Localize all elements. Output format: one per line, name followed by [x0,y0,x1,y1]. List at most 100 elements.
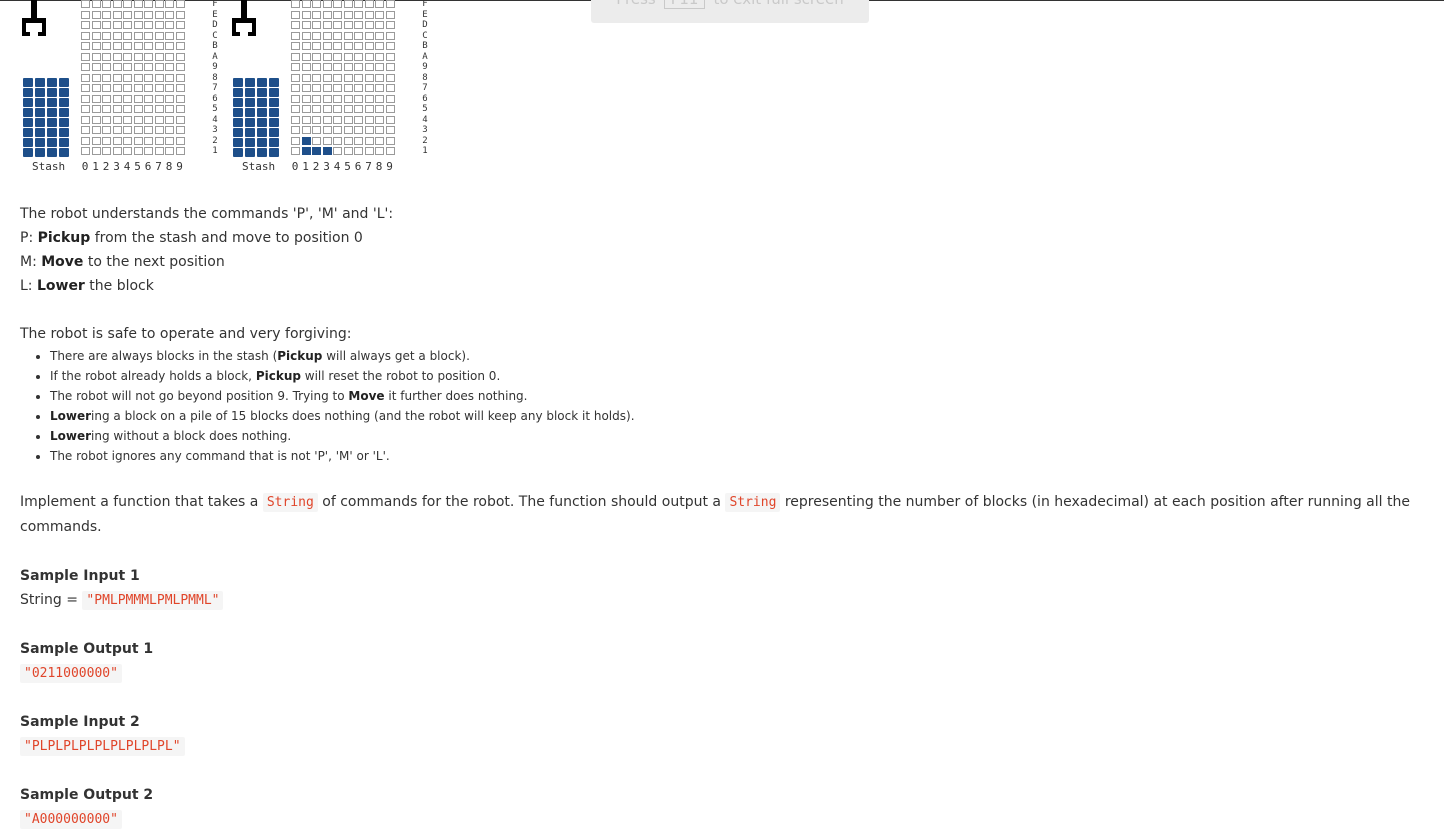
stash-block [35,108,45,117]
grid-cell [91,21,101,29]
grid-cell [154,136,164,145]
grid-cell [291,63,300,71]
grid-cell [291,73,300,82]
stash-block [245,98,255,107]
stash-block [233,148,243,157]
grid-cell [375,21,384,29]
grid-cell [364,21,374,29]
grid-cell [144,10,153,19]
stash-block [269,118,279,127]
grid-cell [291,21,300,29]
grid-cell [385,21,395,29]
grid-cell [322,10,332,19]
grid-cell [154,21,164,29]
grid-cell [112,126,122,134]
grid-cell [312,0,321,8]
stash-block [59,128,69,137]
grid-cell [91,42,101,50]
grid-cell [154,115,164,124]
grid-cell [343,52,353,61]
row-label: F [212,0,218,9]
grid-cell [385,0,395,8]
stash-block [245,118,255,127]
sample-input-2-title: Sample Input 2 [20,714,140,730]
grid-cell [91,105,101,113]
grid-cell [333,94,342,103]
grid-cell [123,73,132,82]
grid-cell [144,147,153,155]
grid-cell [385,115,395,124]
grid-cell [343,42,353,50]
stash-block [47,148,57,157]
grid-cell [322,115,332,124]
grid-cell [312,94,321,103]
grid-cell [91,10,101,19]
grid-cell [375,136,384,145]
grid-cell [81,21,90,29]
grid-cell [144,0,153,8]
grid-cell [123,52,132,61]
grid-cell [133,21,143,29]
stash-block [257,98,267,107]
grid-cell [102,63,111,71]
grid-cell [343,0,353,8]
grid-cell [133,63,143,71]
grid-cell [301,10,311,19]
grid-cell [343,21,353,29]
grid-cell [91,52,101,61]
grid-cell [112,94,122,103]
stash-block [47,88,57,97]
grid-cell [385,147,395,155]
grid-cell [112,84,122,92]
grid-cell [333,63,342,71]
grid-cell [112,147,122,155]
grid-cell [154,31,164,40]
grid-cell [144,63,153,71]
grid-cell [123,10,132,19]
grid-cell [291,126,300,134]
sample-input-1-title: Sample Input 1 [20,568,140,584]
stash-block [47,108,57,117]
grid-cell [291,94,300,103]
grid-cell [102,52,111,61]
grid-cell [354,105,363,113]
row-label: 7 [212,83,218,93]
intro-line: The robot understands the commands 'P', … [20,206,394,222]
grid-cell [333,0,342,8]
stash-block [23,118,33,127]
grid-cell [322,73,332,82]
grid-cell [165,147,174,155]
grid-cell [123,63,132,71]
grid-cell [175,31,185,40]
grid-cell [144,52,153,61]
grid-cell [322,105,332,113]
grid-cell [343,115,353,124]
grid-cell [375,73,384,82]
grid-cell [354,52,363,61]
grid-cell [112,105,122,113]
grid-cell [81,126,90,134]
grid-cell [354,73,363,82]
grid-cell [343,73,353,82]
grid-cell [123,84,132,92]
fullscreen-notice: Press F11 to exit full screen [591,0,869,23]
grid-cell [312,31,321,40]
stash-block [233,138,243,147]
grid-cell [175,10,185,19]
stash-block [59,138,69,147]
grid-cell [322,0,332,8]
grid-cell [81,0,90,8]
stash-block [269,78,279,87]
grid-cell [112,115,122,124]
stash-column [35,77,45,157]
grid-cell [312,126,321,134]
row-label: 4 [212,114,218,125]
grid-cell [123,31,132,40]
grid-cell [175,147,185,155]
fullscreen-key: F11 [663,0,706,9]
sample-input-1-value: "PMLPMMMLPMLPMML" [82,591,224,610]
grid-cell [291,10,300,19]
stash-block [35,88,45,97]
grid-cell [364,136,374,145]
row-label: 6 [212,93,218,104]
